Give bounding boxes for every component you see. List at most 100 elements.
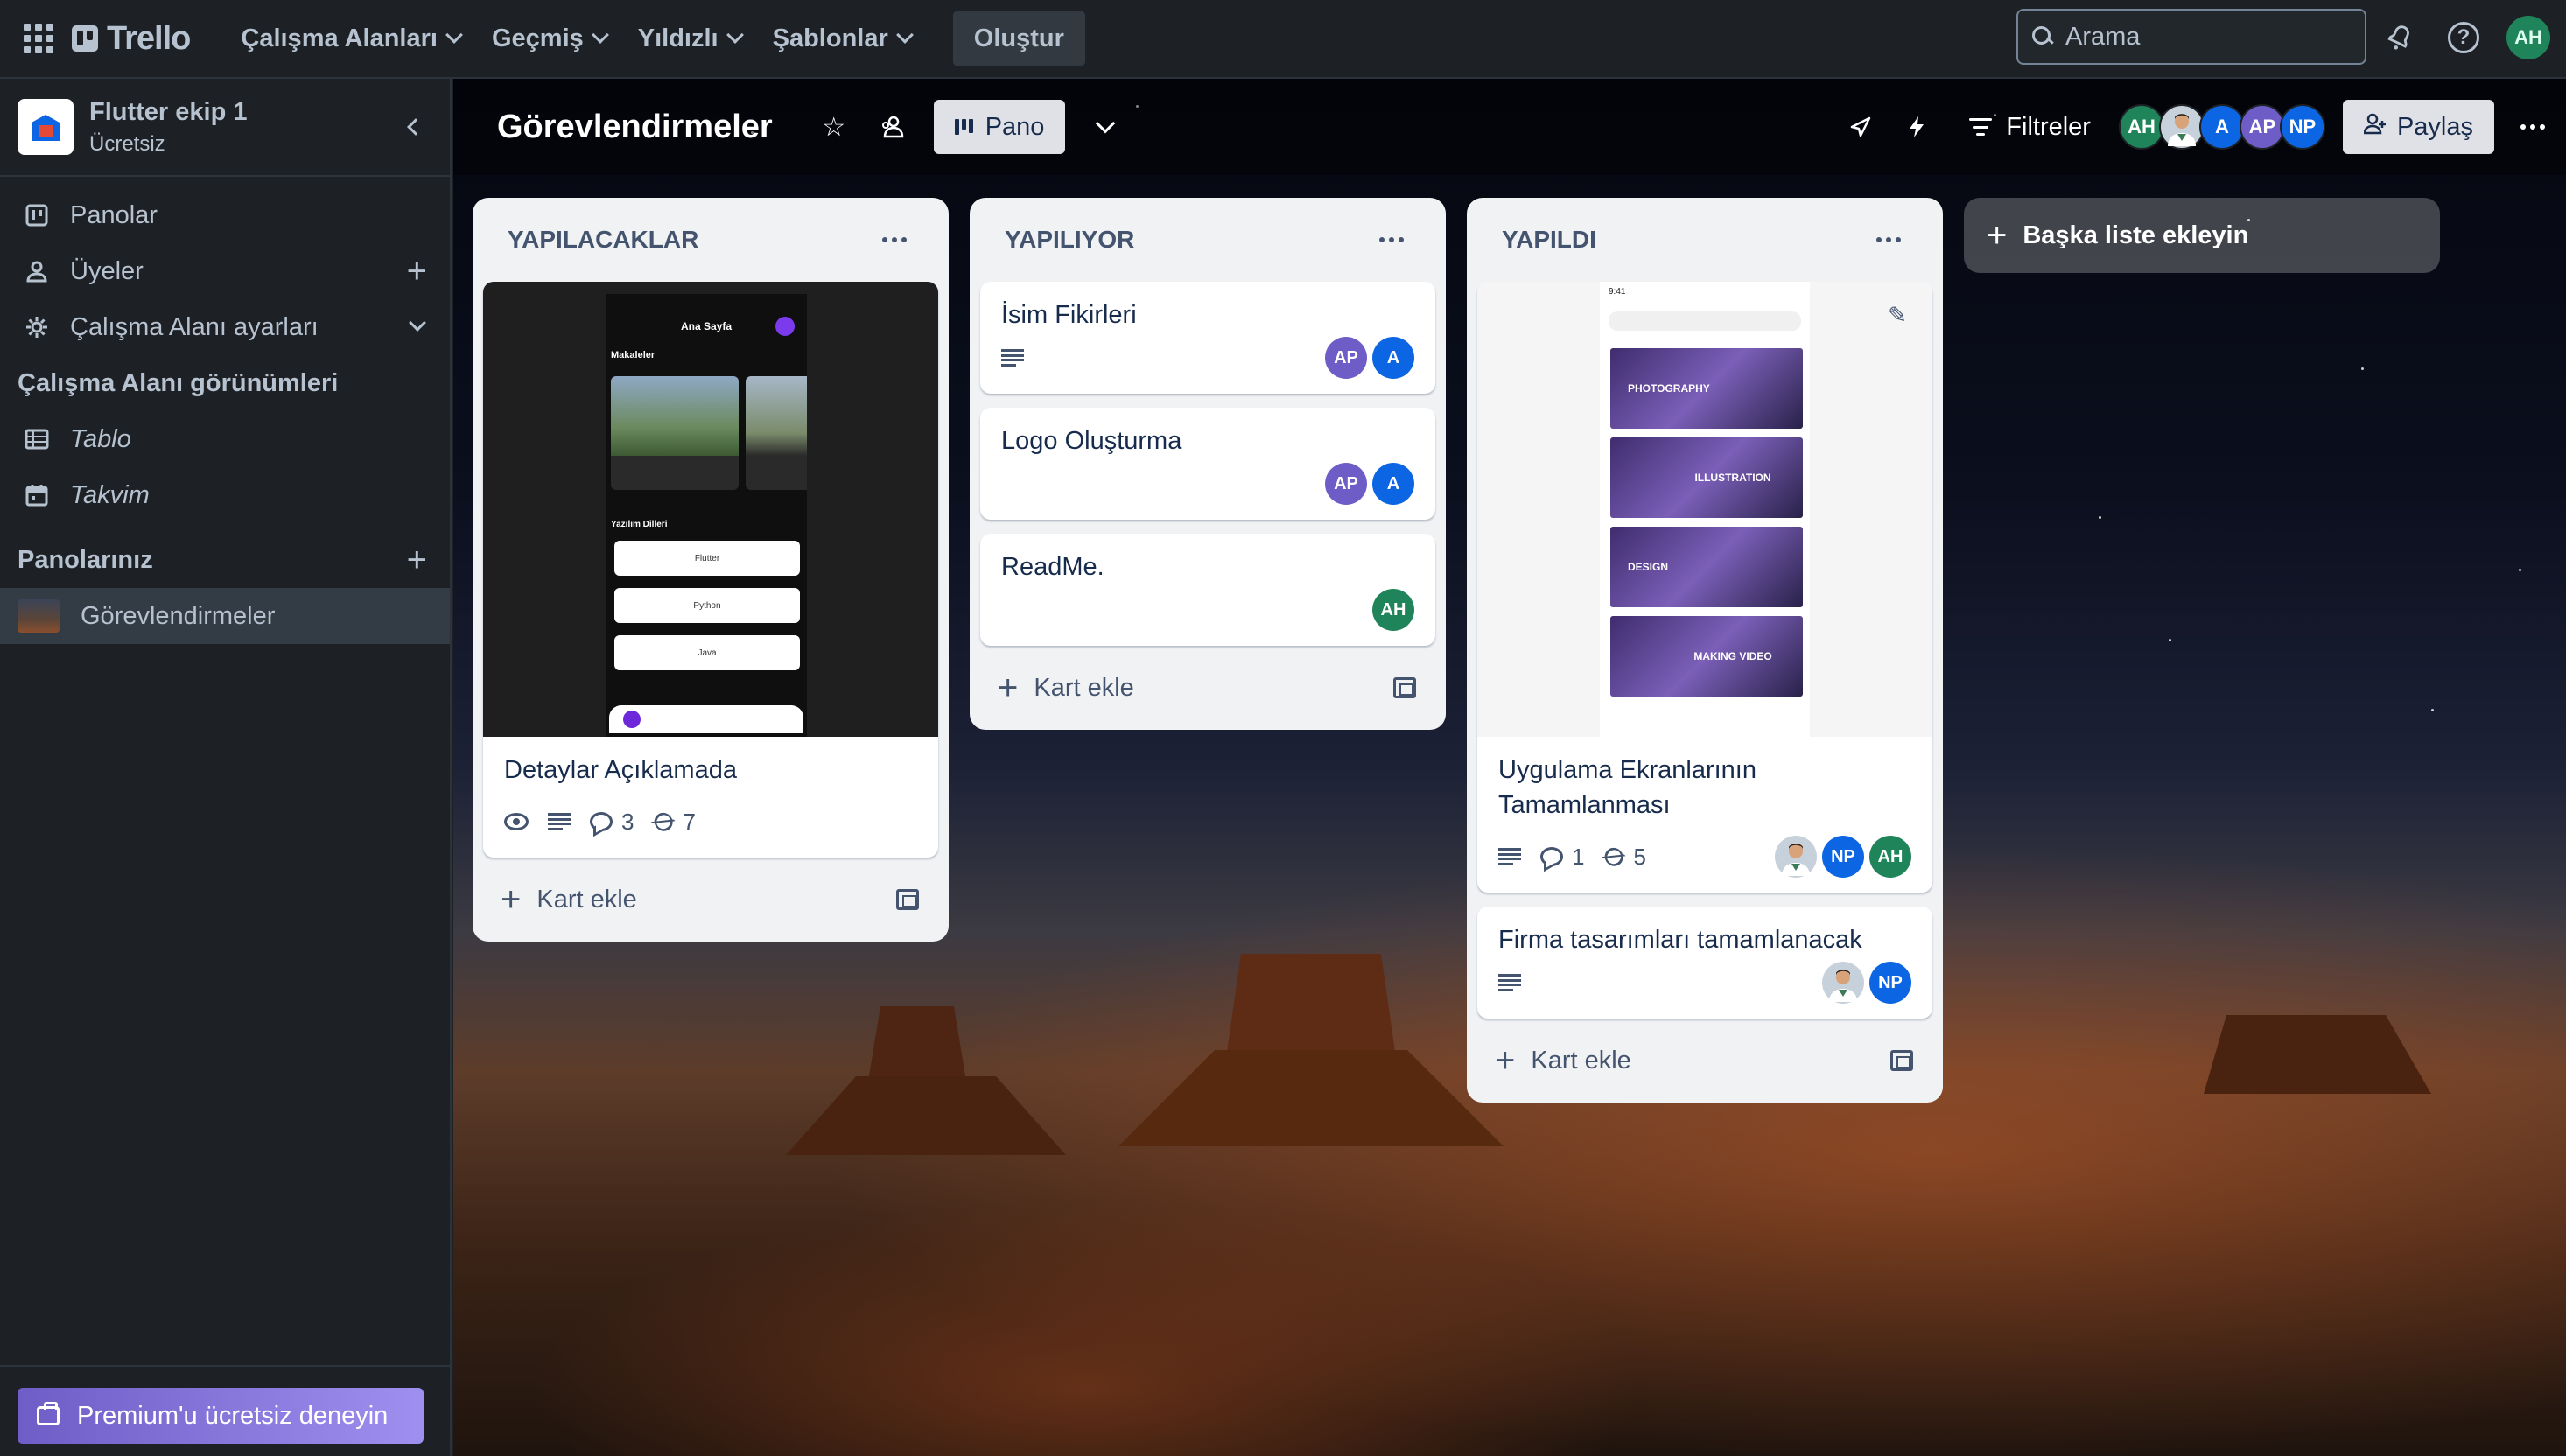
board-members: AH A AP NP	[2118, 104, 2325, 150]
card-title: Detaylar Açıklamada	[504, 756, 737, 784]
filter-icon	[1969, 118, 1993, 136]
sidebar-board-item[interactable]: Görevlendirmeler	[0, 588, 450, 644]
chevron-down-icon[interactable]	[409, 314, 426, 332]
card-app-screens-completion[interactable]: 9:41 PHOTOGRAPHY ILLUSTRATION DESIGN MAK…	[1477, 282, 1932, 892]
board-view-button[interactable]: Pano	[933, 100, 1066, 154]
card-logo-creation[interactable]: Logo Oluşturma AP A	[980, 408, 1435, 520]
comment-icon	[590, 812, 613, 831]
board-title[interactable]: Görevlendirmeler	[497, 108, 773, 146]
search-input[interactable]	[2065, 22, 2328, 52]
member-avatar[interactable]: NP	[1869, 962, 1911, 1004]
trello-logo[interactable]: Trello	[72, 20, 191, 58]
power-ups-rocket-icon[interactable]	[1841, 108, 1880, 146]
card-badges: NP	[1498, 961, 1911, 1004]
card-name-ideas[interactable]: İsim Fikirleri AP A	[980, 282, 1435, 394]
board-header-actions: Filtreler AH A AP NP Paylaş	[1841, 79, 2554, 175]
member-avatar[interactable]: AP	[1325, 463, 1367, 505]
list-done: YAPILDI 9:41 PHOTOGRAPHY ILLUSTRATION DE…	[1467, 198, 1943, 1102]
list-menu-dots-icon[interactable]	[873, 237, 915, 242]
member-avatar[interactable]: NP	[2279, 104, 2325, 150]
add-card-button[interactable]: + Kart ekle	[980, 660, 1435, 716]
comments-badge: 1	[1540, 844, 1584, 871]
card-title: ReadMe.	[1001, 553, 1104, 581]
help-icon[interactable]: ?	[2444, 18, 2483, 57]
list-menu-dots-icon[interactable]	[1868, 237, 1910, 242]
views-dropdown-icon[interactable]	[1086, 108, 1125, 146]
nav-recent-menu[interactable]: Geçmiş	[476, 10, 622, 66]
add-another-list-button[interactable]: + Başka liste ekleyin	[1964, 198, 2440, 273]
card-template-icon[interactable]	[896, 889, 919, 910]
member-avatar[interactable]: A	[1372, 337, 1414, 379]
member-avatar-photo[interactable]	[1822, 962, 1864, 1004]
your-boards-heading: Panolarınız +	[18, 540, 427, 580]
nav-workspaces-menu[interactable]: Çalışma Alanları	[225, 10, 476, 66]
add-board-plus-icon[interactable]: +	[407, 541, 427, 580]
card-details-in-description[interactable]: Ana Sayfa Makaleler Yazılım Dilleri Flut…	[483, 282, 938, 858]
chevron-down-icon	[591, 26, 609, 44]
card-badges: AP A	[1001, 336, 1414, 380]
workspace-visibility-icon[interactable]	[874, 108, 913, 146]
calendar-icon	[25, 483, 49, 508]
member-avatar[interactable]: AH	[1869, 836, 1911, 878]
sidebar-item-calendar-view[interactable]: Takvim	[0, 467, 450, 523]
board-thumbnail	[18, 599, 60, 633]
list-menu-dots-icon[interactable]	[1371, 237, 1413, 242]
user-avatar[interactable]: AH	[2506, 16, 2550, 60]
plus-icon: +	[1495, 1040, 1516, 1080]
list-header[interactable]: YAPILIYOR	[980, 198, 1435, 282]
collapse-sidebar-button[interactable]	[394, 108, 432, 146]
member-avatar[interactable]: A	[2198, 104, 2245, 150]
share-button[interactable]: Paylaş	[2342, 100, 2494, 154]
attachments-badge: ∅ 7	[647, 804, 696, 839]
edit-pencil-icon[interactable]: ✎	[1878, 296, 1917, 334]
workspace-name[interactable]: Flutter ekip 1	[89, 98, 248, 127]
create-button[interactable]: Oluştur	[952, 10, 1085, 66]
sidebar-item-members[interactable]: Üyeler +	[0, 243, 450, 299]
add-card-button[interactable]: + Kart ekle	[483, 872, 938, 928]
member-avatar[interactable]: AH	[1372, 589, 1414, 631]
card-badges: 3 ∅ 7	[504, 800, 917, 844]
add-card-button[interactable]: + Kart ekle	[1477, 1032, 1932, 1088]
top-navigation: Trello Çalışma Alanları Geçmiş Yıldızlı …	[0, 0, 2566, 79]
member-avatar[interactable]: AP	[2239, 104, 2285, 150]
workspace-sidebar: Flutter ekip 1 Ücretsiz Panolar Üyeler +…	[0, 79, 452, 1456]
workspace-header: Flutter ekip 1 Ücretsiz	[0, 79, 450, 177]
notifications-bell-icon[interactable]	[2380, 18, 2419, 57]
nav-starred-menu[interactable]: Yıldızlı	[622, 10, 757, 66]
nav-templates-menu[interactable]: Şablonlar	[757, 10, 927, 66]
add-member-plus-icon[interactable]: +	[407, 252, 427, 291]
automation-lightning-icon[interactable]	[1897, 108, 1936, 146]
card-template-icon[interactable]	[1393, 677, 1416, 698]
trello-logo-icon	[72, 25, 98, 52]
list-header[interactable]: YAPILDI	[1477, 198, 1932, 282]
member-avatar[interactable]: AP	[1325, 337, 1367, 379]
description-icon	[1498, 974, 1521, 991]
description-icon	[1498, 848, 1521, 865]
app-screenshot: 9:41 PHOTOGRAPHY ILLUSTRATION DESIGN MAK…	[1600, 282, 1810, 737]
card-readme[interactable]: ReadMe. AH	[980, 534, 1435, 646]
sidebar-item-settings[interactable]: Çalışma Alanı ayarları	[0, 299, 450, 355]
card-cover-image: Ana Sayfa Makaleler Yazılım Dilleri Flut…	[483, 282, 938, 737]
person-icon	[25, 259, 49, 284]
list-header[interactable]: YAPILACAKLAR	[483, 198, 938, 282]
sidebar-item-table-view[interactable]: Tablo	[0, 411, 450, 467]
filters-button[interactable]: Filtreler	[1953, 113, 2107, 142]
try-premium-button[interactable]: Premium'u ücretsiz deneyin	[18, 1388, 424, 1444]
member-avatar-photo[interactable]	[2158, 104, 2205, 150]
card-company-designs[interactable]: Firma tasarımları tamamlanacak NP	[1477, 906, 1932, 1018]
member-avatar-photo[interactable]	[1775, 836, 1817, 878]
board-menu-dots-icon[interactable]	[2512, 124, 2554, 130]
card-title: İsim Fikirleri	[1001, 301, 1137, 329]
star-icon[interactable]: ☆	[815, 108, 853, 146]
card-template-icon[interactable]	[1890, 1050, 1913, 1071]
search-box[interactable]	[2016, 9, 2366, 65]
member-avatar[interactable]: NP	[1822, 836, 1864, 878]
plus-icon: +	[1987, 215, 2008, 255]
member-avatar[interactable]: AH	[2118, 104, 2164, 150]
sidebar-item-boards[interactable]: Panolar	[0, 187, 450, 243]
description-icon	[1001, 349, 1024, 367]
app-switcher-icon[interactable]	[21, 21, 56, 56]
member-avatar[interactable]: A	[1372, 463, 1414, 505]
workspace-plan: Ücretsiz	[89, 131, 165, 156]
card-badges: AH	[1001, 588, 1414, 632]
